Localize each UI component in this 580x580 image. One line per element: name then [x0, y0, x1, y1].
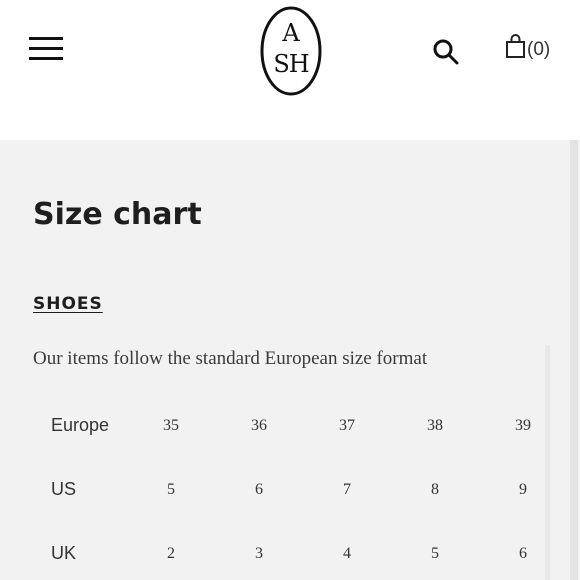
- size-cell: 39: [515, 417, 531, 434]
- section-heading: SHOES: [33, 294, 103, 314]
- size-row-us: US 5 6 7 8 9: [0, 479, 570, 509]
- size-cell: 35: [163, 417, 179, 434]
- size-cell: 37: [339, 417, 355, 434]
- size-row-uk: UK 2 3 4 5 6: [0, 543, 570, 573]
- row-label: Europe: [51, 415, 110, 435]
- size-cell: 5: [431, 545, 439, 562]
- hamburger-menu-icon[interactable]: [28, 37, 66, 63]
- size-cell: 2: [167, 545, 175, 562]
- logo-bottom-letters: SH: [273, 50, 309, 78]
- site-header: A SH (0): [0, 0, 580, 140]
- logo-top-letter: A: [282, 19, 300, 47]
- shopping-bag-icon: [506, 34, 525, 58]
- size-cell: 6: [519, 545, 527, 562]
- size-cell: 9: [519, 481, 527, 498]
- size-row-europe: Europe 35 36 37 38 39: [0, 415, 570, 445]
- cart-count: (0): [527, 39, 551, 60]
- size-cell: 3: [255, 545, 263, 562]
- intro-text: Our items follow the standard European s…: [33, 348, 428, 369]
- size-cell: 8: [431, 481, 439, 498]
- page-title: Size chart: [33, 197, 202, 232]
- size-cell: 36: [251, 417, 267, 434]
- size-cell: 5: [167, 481, 175, 498]
- row-label: UK: [51, 543, 77, 563]
- row-label: US: [51, 479, 77, 499]
- size-cell: 6: [255, 481, 263, 498]
- page-scrollbar[interactable]: [570, 140, 578, 580]
- brand-logo[interactable]: A SH: [258, 5, 324, 97]
- cart-button[interactable]: (0): [505, 34, 559, 64]
- size-cell: 4: [343, 545, 351, 562]
- size-cell: 38: [427, 417, 443, 434]
- search-icon[interactable]: [432, 38, 460, 66]
- size-cell: 7: [343, 481, 351, 498]
